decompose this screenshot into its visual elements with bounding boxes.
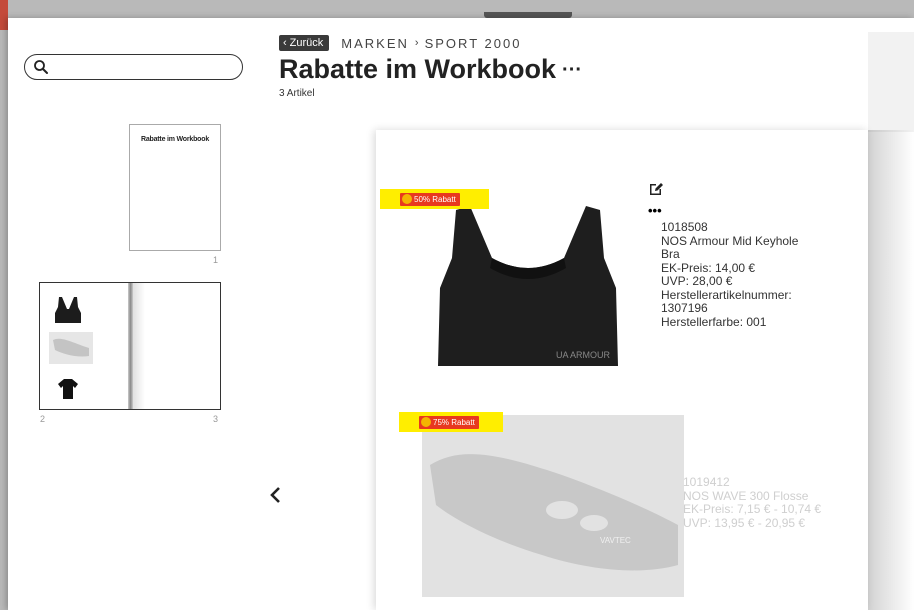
edit-icon[interactable] <box>648 181 664 197</box>
window-corner <box>0 0 8 30</box>
discount-tag: 50% Rabatt <box>400 192 460 206</box>
product-number: 1018508 <box>661 220 708 234</box>
product-name: NOS Armour Mid Keyhole <box>661 233 799 248</box>
page-header: ‹ Zurück MARKEN › SPORT 2000 Rabatte im … <box>279 34 582 99</box>
back-button[interactable]: ‹ Zurück <box>279 35 330 51</box>
chevron-left-icon[interactable] <box>266 484 286 506</box>
product-number: 1019412 <box>683 475 730 489</box>
shirt-thumbnail-image <box>58 379 78 399</box>
product-ek-price: EK-Preis: 14,00 € <box>661 260 756 275</box>
sun-icon <box>422 418 430 426</box>
product-color: Herstellerfarbe: 001 <box>661 314 767 329</box>
discount-label: 50% Rabatt <box>414 194 456 204</box>
chevron-right-icon: › <box>414 37 419 49</box>
product-image-bra[interactable]: UA ARMOUR <box>428 198 628 368</box>
page-edge-shadow <box>868 32 914 132</box>
more-icon[interactable]: ··· <box>562 60 582 80</box>
product-manufacturer-number: 1307196 <box>661 301 708 315</box>
page-thumbnail-spread[interactable] <box>39 282 221 410</box>
discount-badge: 50% Rabatt <box>380 189 489 209</box>
product-ek-price: EK-Preis: 7,15 € - 10,74 € <box>683 502 822 516</box>
search-icon <box>34 60 48 74</box>
article-count: 3 Artikel <box>279 88 315 99</box>
discount-label: 75% Rabatt <box>433 417 475 427</box>
discount-tag: 75% Rabatt <box>419 415 479 429</box>
page-number: 1 <box>213 255 219 265</box>
spread-fold-shadow <box>133 283 145 409</box>
product-details: 1018508 NOS Armour Mid Keyhole Bra EK-Pr… <box>661 220 799 329</box>
more-icon[interactable]: ••• <box>648 204 662 217</box>
workbook-window: ‹ Zurück MARKEN › SPORT 2000 Rabatte im … <box>8 18 914 610</box>
brand-print: VAVTEC <box>600 536 631 545</box>
product-name-cont: Bra <box>661 247 680 261</box>
product-uvp: UVP: 28,00 € <box>661 274 733 288</box>
discount-badge: 75% Rabatt <box>399 412 503 432</box>
page-thumbnail-1[interactable]: Rabatte im Workbook <box>129 124 221 251</box>
breadcrumb-item-sport2000[interactable]: SPORT 2000 <box>425 36 522 51</box>
thumbnail-title: Rabatte im Workbook <box>140 136 210 143</box>
search-input[interactable] <box>24 54 243 80</box>
bra-thumbnail-image <box>55 297 81 323</box>
breadcrumb-item-marken[interactable]: MARKEN <box>341 36 409 51</box>
product-manufacturer-label: Herstellerartikelnummer: <box>661 287 792 302</box>
brand-print: UA ARMOUR <box>556 350 611 360</box>
page-right-shadow <box>866 130 914 610</box>
product-details: 1019412 NOS WAVE 300 Flosse EK-Preis: 7,… <box>683 475 822 530</box>
product-image-fin[interactable]: VAVTEC <box>422 415 684 597</box>
page-title: Rabatte im Workbook <box>279 54 557 84</box>
fin-thumbnail-image <box>49 332 93 364</box>
chevron-left-icon: ‹ <box>283 37 287 49</box>
page-number: 2 <box>40 414 46 424</box>
product-name: NOS WAVE 300 Flosse <box>683 488 809 503</box>
page-number: 3 <box>213 414 219 424</box>
sun-icon <box>403 195 411 203</box>
back-label: Zurück <box>289 37 324 49</box>
product-uvp: UVP: 13,95 € - 20,95 € <box>683 515 806 530</box>
breadcrumb: ‹ Zurück MARKEN › SPORT 2000 <box>279 34 582 52</box>
title-row: Rabatte im Workbook ··· <box>279 54 582 85</box>
